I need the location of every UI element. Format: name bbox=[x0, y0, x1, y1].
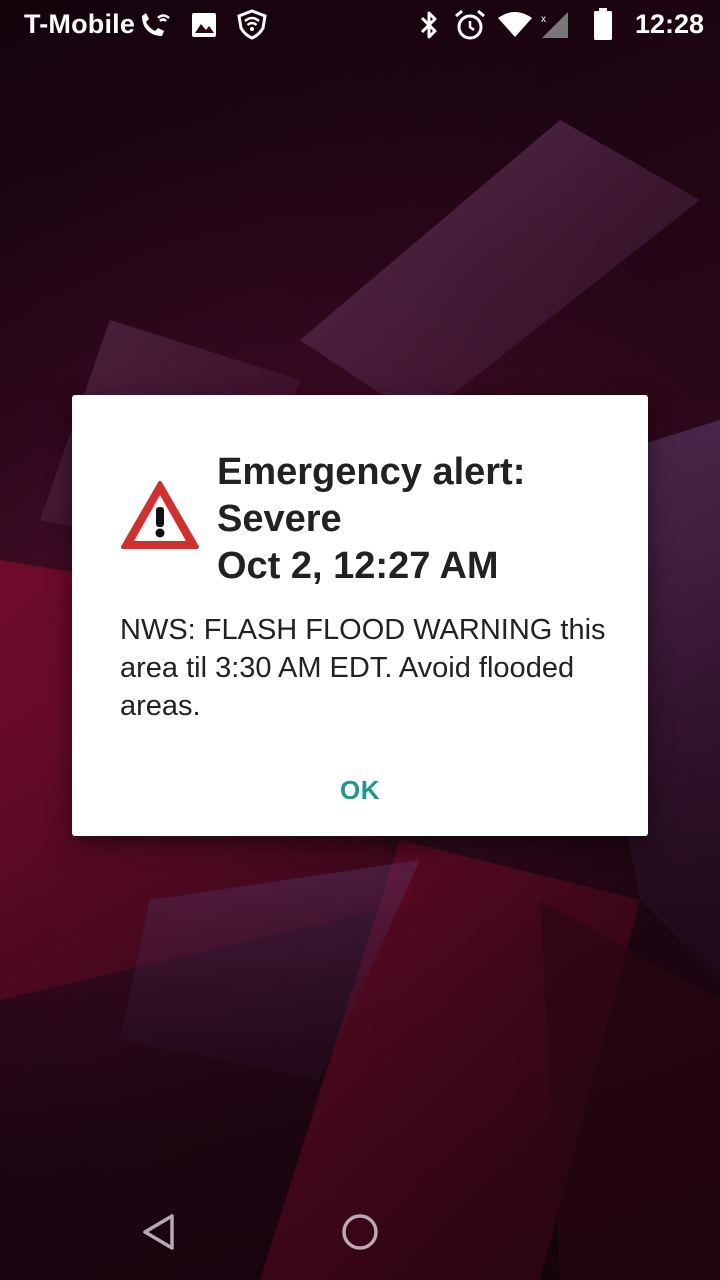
home-icon[interactable] bbox=[340, 1212, 380, 1252]
status-bar: T-Mobile x 12:28 bbox=[0, 0, 720, 50]
vpn-shield-icon bbox=[237, 9, 267, 40]
bluetooth-icon bbox=[420, 11, 437, 39]
alert-title-line: Emergency alert: bbox=[217, 451, 526, 493]
alert-severity: Severe bbox=[217, 498, 342, 540]
alert-timestamp: Oct 2, 12:27 AM bbox=[217, 545, 499, 587]
alert-title: Emergency alert: Severe Oct 2, 12:27 AM bbox=[217, 449, 617, 590]
wifi-icon bbox=[498, 12, 532, 37]
back-icon[interactable] bbox=[140, 1212, 180, 1252]
battery-icon bbox=[594, 8, 612, 40]
wifi-calling-icon bbox=[142, 13, 170, 36]
alarm-icon bbox=[455, 9, 485, 40]
alert-message: NWS: FLASH FLOOD WARNING this area til 3… bbox=[120, 614, 606, 722]
signal-icon: x bbox=[541, 12, 568, 38]
ok-button[interactable]: OK bbox=[310, 763, 410, 817]
clock: 12:28 bbox=[634, 9, 704, 39]
carrier-label: T-Mobile bbox=[24, 9, 136, 39]
svg-text:x: x bbox=[541, 14, 546, 25]
warning-triangle-icon bbox=[121, 481, 199, 549]
emergency-alert-dialog: Emergency alert: Severe Oct 2, 12:27 AM … bbox=[72, 395, 648, 836]
image-icon bbox=[192, 13, 216, 37]
